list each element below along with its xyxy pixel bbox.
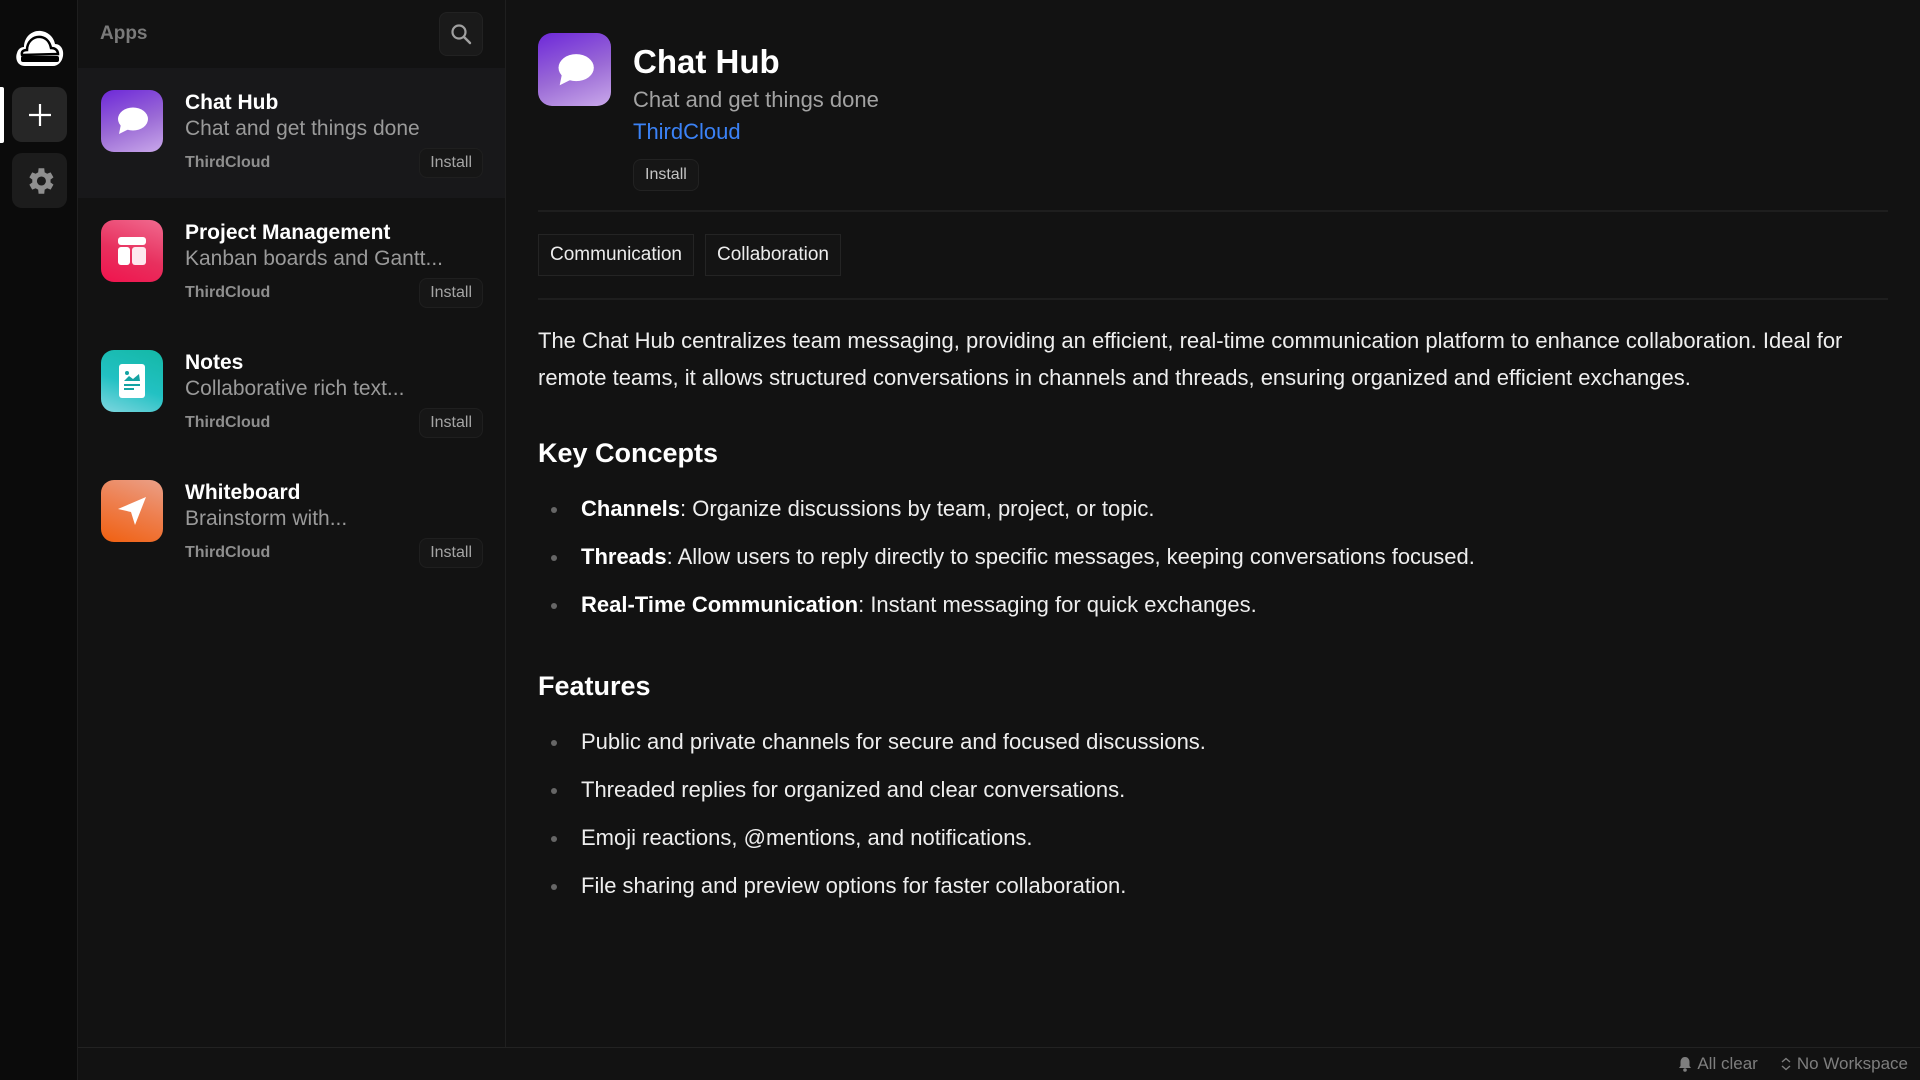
chat-bubble-icon <box>538 33 611 106</box>
app-name: Notes <box>185 351 244 374</box>
active-indicator <box>0 87 4 143</box>
install-button[interactable]: Install <box>419 538 483 568</box>
grid-icon <box>101 220 163 282</box>
app-description: Chat and get things done <box>185 117 420 140</box>
install-button[interactable]: Install <box>419 408 483 438</box>
app-subtitle: Chat and get things done <box>633 87 879 112</box>
app-vendor: ThirdCloud <box>185 414 271 431</box>
app-list-item-whiteboard[interactable]: Whiteboard Brainstorm with... ThirdCloud… <box>78 458 505 588</box>
gear-icon <box>28 167 53 194</box>
app-name: Project Management <box>185 221 391 244</box>
list-item: File sharing and preview options for fas… <box>538 862 1888 910</box>
document-icon <box>101 350 163 412</box>
install-button[interactable]: Install <box>419 148 483 178</box>
app-list-item-project-management[interactable]: Project Management Kanban boards and Gan… <box>78 198 505 328</box>
list-item: Real-Time Communication: Instant messagi… <box>538 581 1888 629</box>
vendor-link[interactable]: ThirdCloud <box>633 115 879 149</box>
sidebar-title: Apps <box>100 23 148 44</box>
notifications-label: All clear <box>1697 1054 1758 1073</box>
tag-collaboration[interactable]: Collaboration <box>705 234 841 276</box>
app-list-item-chat-hub[interactable]: Chat Hub Chat and get things done ThirdC… <box>78 68 505 198</box>
bell-icon <box>1679 1057 1692 1072</box>
search-icon <box>451 24 472 45</box>
app-description: Brainstorm with... <box>185 507 348 530</box>
status-bar: All clear No Workspace <box>78 1047 1920 1080</box>
settings-button[interactable] <box>12 153 67 208</box>
app-vendor: ThirdCloud <box>185 284 271 301</box>
sidebar-header: Apps <box>78 0 505 68</box>
concept-term: Real-Time Communication <box>581 592 859 617</box>
plus-icon <box>28 103 51 126</box>
app-name: Chat Hub <box>185 91 279 114</box>
divider <box>538 298 1888 300</box>
concept-text: : Instant messaging for quick exchanges. <box>858 592 1257 617</box>
features-heading: Features <box>538 671 651 701</box>
key-concepts-list: Channels: Organize discussions by team, … <box>538 485 1888 629</box>
concept-text: : Organize discussions by team, project,… <box>680 496 1155 521</box>
pointer-arrow-icon <box>101 480 163 542</box>
install-button[interactable]: Install <box>633 159 699 191</box>
app-title: Chat Hub <box>633 43 780 80</box>
features-list: Public and private channels for secure a… <box>538 718 1888 910</box>
tag-list: Communication Collaboration <box>538 212 1888 298</box>
notifications-status[interactable]: All clear <box>1678 1054 1758 1074</box>
tag-communication[interactable]: Communication <box>538 234 694 276</box>
workspace-label: No Workspace <box>1796 1054 1908 1073</box>
app-rail <box>0 0 78 1080</box>
app-detail-panel: Chat Hub Chat and get things done ThirdC… <box>506 0 1920 1047</box>
workspace-selector[interactable]: No Workspace <box>1780 1054 1908 1074</box>
app-description: Collaborative rich text... <box>185 377 405 400</box>
cloud-logo-icon[interactable] <box>12 20 66 74</box>
list-item: Threaded replies for organized and clear… <box>538 766 1888 814</box>
list-item: Channels: Organize discussions by team, … <box>538 485 1888 533</box>
install-button[interactable]: Install <box>419 278 483 308</box>
list-item: Threads: Allow users to reply directly t… <box>538 533 1888 581</box>
app-description: Kanban boards and Gantt... <box>185 247 444 270</box>
app-list-item-notes[interactable]: Notes Collaborative rich text... ThirdCl… <box>78 328 505 458</box>
app-vendor: ThirdCloud <box>185 544 271 561</box>
concept-text: : Allow users to reply directly to speci… <box>666 544 1475 569</box>
concept-term: Channels <box>581 496 681 521</box>
add-button[interactable] <box>12 87 67 142</box>
app-description: The Chat Hub centralizes team messaging,… <box>538 328 1843 390</box>
search-button[interactable] <box>439 12 483 56</box>
list-item: Emoji reactions, @mentions, and notifica… <box>538 814 1888 862</box>
key-concepts-heading: Key Concepts <box>538 438 719 468</box>
app-vendor: ThirdCloud <box>185 154 271 171</box>
chevron-up-down-icon <box>1781 1057 1791 1071</box>
apps-sidebar: Apps Chat Hub Chat and get things done T… <box>78 0 506 1047</box>
app-detail-header: Chat Hub Chat and get things done ThirdC… <box>538 33 1888 191</box>
app-name: Whiteboard <box>185 481 301 504</box>
list-item: Public and private channels for secure a… <box>538 718 1888 766</box>
chat-bubble-icon <box>101 90 163 152</box>
concept-term: Threads <box>581 544 667 569</box>
